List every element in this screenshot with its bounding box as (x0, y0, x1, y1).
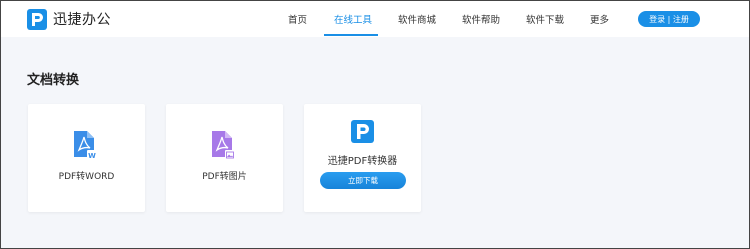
nav-online-tools[interactable]: 在线工具 (334, 12, 372, 26)
pdf-to-image-icon (212, 131, 235, 160)
tool-card-pdf-converter: 迅捷PDF转换器 立即下载 (304, 104, 421, 212)
tool-card-label: PDF转WORD (58, 172, 115, 182)
nav-active-underline (324, 34, 378, 36)
brand-logo[interactable]: 迅捷办公 (27, 7, 111, 31)
pdf-to-word-icon: W (74, 131, 97, 160)
tool-card-pdf-to-word[interactable]: W PDF转WORD (28, 104, 145, 212)
download-now-button[interactable]: 立即下载 (320, 172, 406, 189)
top-header: 迅捷办公 首页 在线工具 软件商城 软件帮助 软件下载 更多 登录 | 注册 (1, 1, 749, 37)
tool-card-label: 迅捷PDF转换器 (327, 156, 398, 167)
brand-name: 迅捷办公 (53, 12, 111, 28)
tool-card-label: PDF转图片 (202, 172, 247, 182)
nav-software-store[interactable]: 软件商城 (398, 12, 436, 26)
nav-more[interactable]: 更多 (590, 12, 609, 26)
nav-home[interactable]: 首页 (288, 12, 307, 26)
xunjie-pdf-logo-icon (351, 120, 374, 143)
nav-software-download[interactable]: 软件下载 (526, 12, 564, 26)
login-register-button[interactable]: 登录 | 注册 (638, 11, 700, 27)
tool-card-pdf-to-image[interactable]: PDF转图片 (166, 104, 283, 212)
nav-software-help[interactable]: 软件帮助 (462, 12, 500, 26)
section-title: 文档转换 (27, 73, 80, 88)
brand-logo-icon (27, 8, 47, 30)
svg-text:W: W (88, 152, 96, 160)
